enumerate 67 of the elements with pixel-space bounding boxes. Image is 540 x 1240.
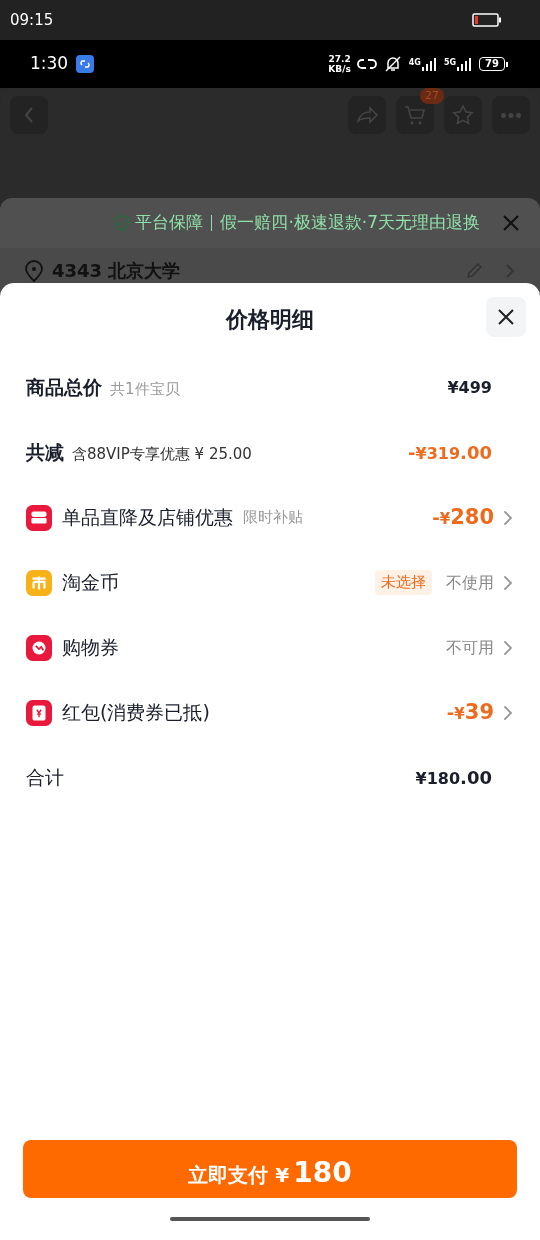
currency-symbol: ¥: [454, 704, 465, 725]
price-decimal: .00: [460, 441, 492, 465]
back-icon: [23, 106, 35, 124]
total-label: 合计: [26, 765, 64, 791]
discount-row[interactable]: 淘金币 未选择 不使用: [26, 550, 514, 615]
row-value: 不使用: [446, 571, 494, 594]
price-amount: 39: [464, 698, 494, 726]
currency-symbol: ¥: [439, 509, 451, 530]
discount-row[interactable]: 红包(消费券已抵) -¥39: [26, 680, 514, 745]
more-button[interactable]: [492, 96, 530, 134]
close-icon: [502, 214, 520, 232]
network-speed: 27.2: [328, 54, 351, 64]
network-type: 5G: [443, 57, 457, 69]
status-time: 1:30: [30, 52, 69, 76]
guarantee-text: 假一赔四·极速退款·7天无理由退换: [220, 211, 480, 235]
price-amount: 280: [450, 503, 494, 531]
chevron-right-icon: [502, 573, 514, 592]
chevron-right-icon: [502, 703, 514, 722]
price-amount: 499: [458, 376, 492, 399]
minus-sign: -: [408, 441, 416, 465]
chevron-right-icon: [502, 508, 514, 527]
signal-icon: [421, 57, 438, 71]
home-indicator[interactable]: [170, 1217, 370, 1221]
row-label: 购物券: [62, 635, 119, 661]
signal-icon: [457, 57, 474, 71]
back-button[interactable]: [10, 96, 48, 134]
currency-symbol: ¥: [447, 376, 459, 399]
close-button[interactable]: [486, 297, 526, 337]
address-text: 4343 北京大学: [52, 259, 182, 283]
location-pin-icon: [24, 259, 44, 282]
discount-row[interactable]: 单品直降及店铺优惠 限时补贴 -¥280: [26, 485, 514, 550]
price-amount: 319: [426, 443, 461, 465]
chevron-right-icon: [502, 638, 514, 657]
price-amount: 180: [426, 768, 461, 790]
share-button[interactable]: [348, 96, 386, 134]
cart-icon: [403, 103, 427, 127]
more-icon: [501, 112, 521, 118]
status-tag: 未选择: [375, 570, 432, 595]
row-label: 共减: [26, 440, 64, 466]
link-icon: [356, 57, 377, 71]
guarantee-title: 平台保障: [135, 211, 204, 235]
status-time: 09:15: [10, 9, 54, 31]
price-decimal: .00: [460, 766, 492, 790]
row-value: 不可用: [446, 636, 494, 659]
currency-symbol: ¥: [415, 768, 427, 790]
speed-unit: KB/s: [328, 64, 351, 74]
favorite-button[interactable]: [444, 96, 482, 134]
row-note: 限时补贴: [243, 507, 303, 529]
minus-sign: -: [432, 505, 440, 530]
favorite-icon: [451, 103, 475, 127]
battery-level: 79: [479, 57, 505, 71]
link-app-icon: [76, 55, 95, 73]
share-icon: [355, 103, 379, 127]
minus-sign: -: [446, 700, 455, 725]
discount-row[interactable]: 购物券 不可用: [26, 615, 514, 680]
row-label: 单品直降及店铺优惠: [62, 505, 233, 531]
network-type: 4G: [408, 57, 421, 69]
currency-symbol: ¥: [415, 443, 427, 465]
row-label: 商品总价: [26, 375, 102, 401]
close-icon: [497, 308, 515, 326]
shield-icon: [113, 214, 132, 232]
row-label: 淘金币: [62, 570, 119, 596]
row-note: 含88VIP专享优惠 ¥ 25.00: [72, 444, 252, 466]
row-note: 共1件宝贝: [110, 379, 180, 401]
row-label: 红包(消费券已抵): [62, 700, 210, 726]
battery-icon: [472, 13, 502, 27]
sheet-title: 价格明细: [226, 305, 314, 334]
